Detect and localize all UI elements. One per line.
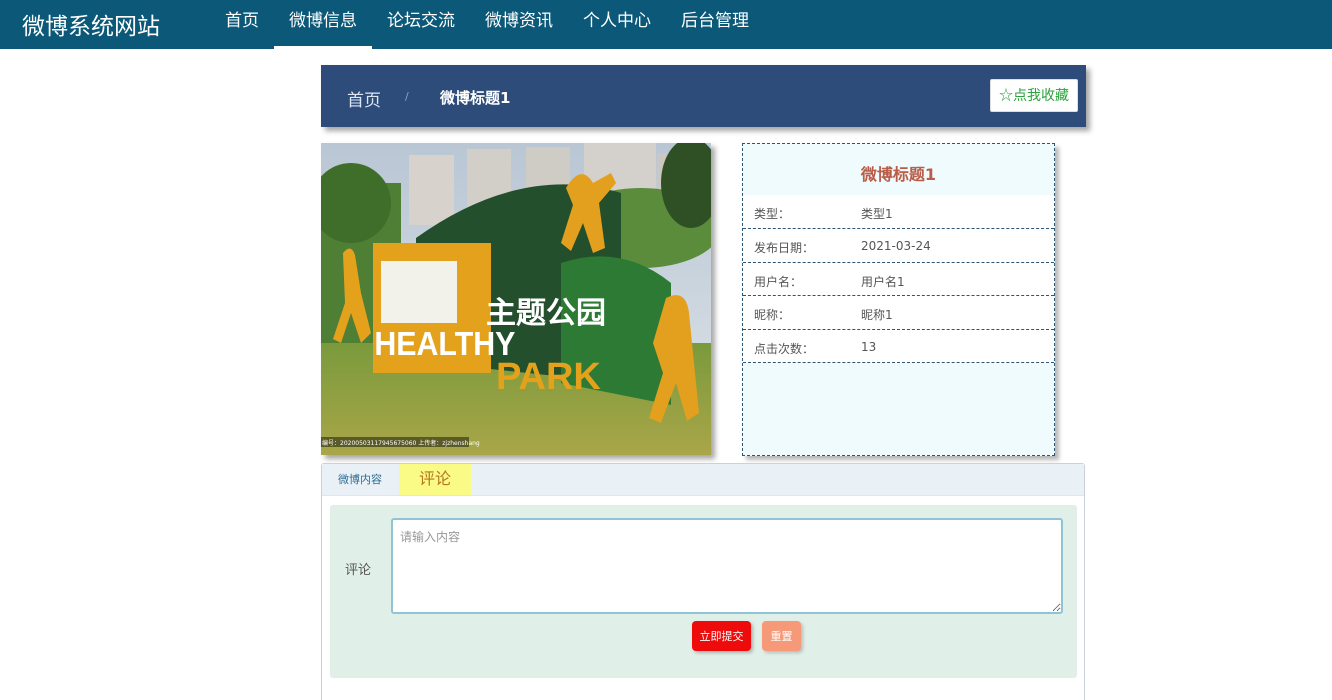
info-value: 用户名1 [861, 274, 905, 289]
post-image: HEALTHY PARK 主题公园 编号：2020050311794567506… [321, 143, 711, 455]
post-info-list: 类型： 类型1 发布日期： 2021-03-24 用户名： 用户名1 昵称： 昵… [743, 195, 1054, 363]
info-value: 类型1 [861, 207, 893, 221]
comment-form: 评论 立即提交 重置 [330, 505, 1077, 678]
info-row-nickname: 昵称： 昵称1 [743, 296, 1054, 330]
reset-button[interactable]: 重置 [762, 621, 801, 651]
nav-item-personal-center[interactable]: 个人中心 [568, 0, 666, 49]
content-tabs-panel: 微博内容 评论 评论 立即提交 重置 [321, 463, 1085, 700]
top-nav-bar: 微博系统网站 首页 微博信息 论坛交流 微博资讯 个人中心 后台管理 [0, 0, 1332, 49]
photo-watermark: 编号：20200503117945675060 上传者：zjzhenshang [322, 439, 480, 447]
favorite-button[interactable]: ☆点我收藏 [990, 79, 1078, 112]
main-nav: 首页 微博信息 论坛交流 微博资讯 个人中心 后台管理 [210, 0, 764, 49]
info-label: 发布日期： [754, 241, 815, 255]
info-value: 昵称1 [861, 308, 893, 322]
post-info-panel: 微博标题1 类型： 类型1 发布日期： 2021-03-24 用户名： 用户名1… [742, 143, 1055, 456]
info-label: 用户名： [754, 274, 803, 289]
info-label: 类型： [754, 207, 791, 221]
post-title: 微博标题1 [860, 165, 937, 184]
breadcrumb-current: 微博标题1 [440, 89, 511, 107]
sign-text-park: PARK [496, 356, 601, 398]
breadcrumb: 首页 / 微博标题1 ☆点我收藏 [321, 65, 1086, 127]
info-row-click-count: 点击次数： 13 [743, 330, 1054, 363]
nav-item-weibo-info[interactable]: 微博信息 [274, 0, 372, 49]
info-value: 2021-03-24 [861, 239, 931, 253]
park-photo-illustration: HEALTHY PARK 主题公园 编号：2020050311794567506… [321, 143, 711, 455]
comment-input[interactable] [391, 518, 1063, 614]
nav-item-news[interactable]: 微博资讯 [470, 0, 568, 49]
breadcrumb-home-link[interactable]: 首页 [347, 86, 381, 111]
nav-item-forum[interactable]: 论坛交流 [372, 0, 470, 49]
tab-weibo-content[interactable]: 微博内容 [322, 464, 398, 495]
nav-item-admin[interactable]: 后台管理 [666, 0, 764, 49]
info-label: 昵称： [754, 308, 791, 322]
submit-button[interactable]: 立即提交 [692, 621, 751, 651]
tab-comment[interactable]: 评论 [399, 464, 471, 495]
info-row-publish-date: 发布日期： 2021-03-24 [743, 229, 1054, 263]
sign-text-cn: 主题公园 [486, 296, 606, 331]
comment-label: 评论 [345, 563, 372, 578]
info-label: 点击次数： [754, 341, 815, 356]
nav-item-home[interactable]: 首页 [210, 0, 274, 49]
info-row-type: 类型： 类型1 [743, 195, 1054, 229]
tab-bar: 微博内容 评论 [322, 464, 1084, 496]
info-value: 13 [861, 339, 877, 354]
site-brand[interactable]: 微博系统网站 [22, 7, 160, 41]
breadcrumb-separator: / [405, 90, 409, 103]
info-row-username: 用户名： 用户名1 [743, 263, 1054, 296]
